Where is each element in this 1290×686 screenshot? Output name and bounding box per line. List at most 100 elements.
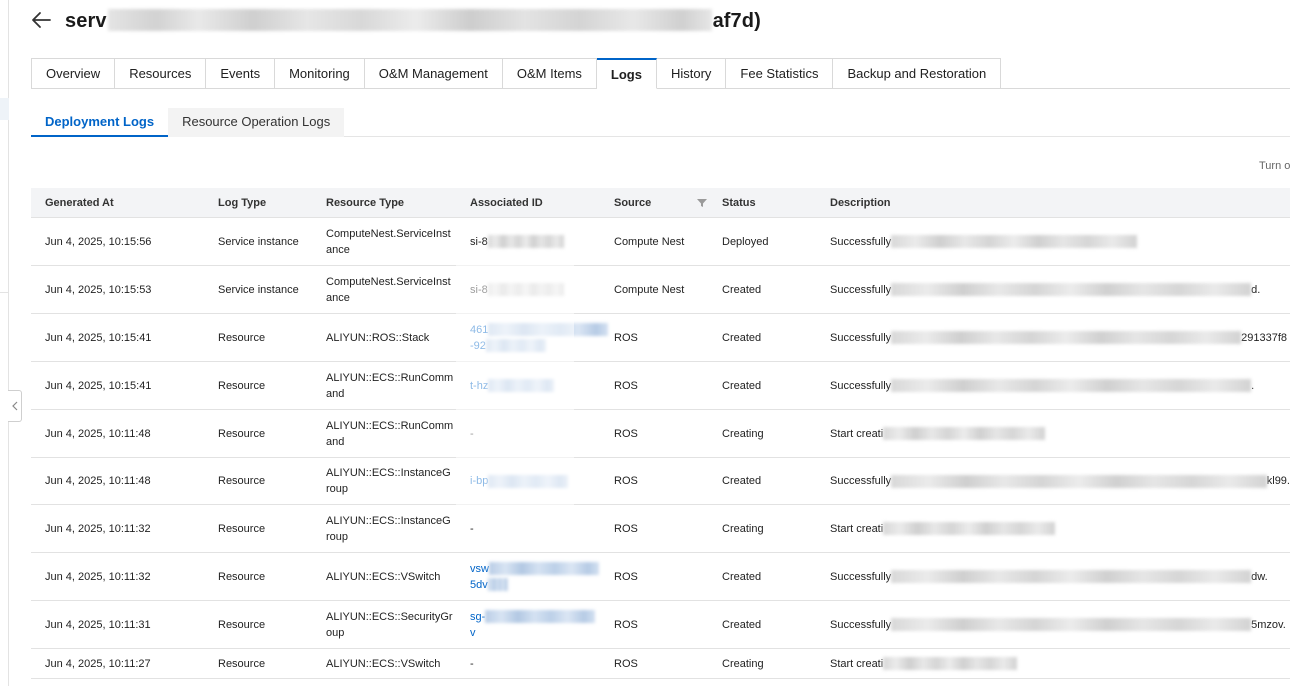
associated-id-text-line2[interactable]: 5dv <box>470 577 599 593</box>
turn-on-toggle-label[interactable]: Turn o <box>1259 160 1290 172</box>
generated-at: Jun 4, 2025, 10:11:32 <box>45 570 151 583</box>
tab-resources[interactable]: Resources <box>115 58 207 89</box>
generated-at: Jun 4, 2025, 10:11:31 <box>45 618 151 631</box>
description-text: Start creati <box>830 427 884 440</box>
status: Creating <box>722 657 764 670</box>
associated-id-line2: 5dv <box>470 578 488 591</box>
associated-id-text: si-8 <box>470 282 564 298</box>
tab-fee-statistics[interactable]: Fee Statistics <box>726 58 834 89</box>
sidebar-collapse-button[interactable] <box>8 390 22 422</box>
description-end: kl99. <box>1266 475 1290 487</box>
generated-at: Jun 4, 2025, 10:15:53 <box>45 283 152 296</box>
associated-id-prefix: - <box>470 657 474 670</box>
associated-id-text[interactable]: 461 <box>470 322 609 338</box>
associated-id-prefix: sg- <box>470 610 486 623</box>
generated-at: Jun 4, 2025, 10:15:41 <box>45 331 152 344</box>
table-row: Jun 4, 2025, 10:11:27 Resource ALIYUN::ECS… <box>31 649 1290 679</box>
associated-id-text[interactable]: sg- <box>470 609 596 625</box>
associated-id-text: - <box>470 656 474 672</box>
associated-id-line2: v <box>470 626 476 639</box>
associated-id-text[interactable]: t-hz <box>470 378 555 394</box>
redacted-description <box>891 235 1138 248</box>
description-end: dw. <box>1251 570 1268 583</box>
tab-overview[interactable]: Overview <box>31 58 116 89</box>
filter-icon[interactable] <box>697 198 707 208</box>
description-end: 5mzov. <box>1251 618 1286 631</box>
associated-id-line2: -92 <box>470 339 486 352</box>
tab-monitoring[interactable]: Monitoring <box>275 58 365 89</box>
table-row: Jun 4, 2025, 10:15:41 Resource ALIYUN::ECS… <box>31 362 1290 410</box>
tab-oandm-management[interactable]: O&M Management <box>364 58 503 89</box>
resource-type: ALIYUN::ROS::Stack <box>326 331 430 344</box>
log-subtabs: Deployment Logs Resource Operation Logs <box>31 108 345 137</box>
left-rail-divider <box>0 292 9 293</box>
associated-id-text[interactable]: i-bp <box>470 473 569 489</box>
log-type: Resource <box>218 331 266 344</box>
subtab-deployment-logs[interactable]: Deployment Logs <box>31 108 169 137</box>
resource-type: ALIYUN::ECS::InstanceGroup <box>326 467 451 495</box>
source: ROS <box>614 618 638 631</box>
page-title-prefix: serv <box>65 10 107 32</box>
description: Start creati <box>830 505 1290 552</box>
description: Successfully 5mzov. <box>830 601 1290 648</box>
log-type: Service instance <box>218 235 299 248</box>
description: Successfully. <box>830 362 1290 409</box>
description: Successfully dw. <box>830 553 1290 600</box>
tab-backup-and-restoration[interactable]: Backup and Restoration <box>833 58 1002 89</box>
associated-id-text[interactable]: vsw <box>470 561 599 577</box>
redacted-description <box>891 283 1252 296</box>
resource-type: ComputeNest.ServiceInstance <box>326 275 451 304</box>
redacted-id <box>487 235 564 249</box>
left-rail-highlight <box>0 98 9 120</box>
status: Deployed <box>722 235 769 248</box>
log-type: Resource <box>218 618 266 631</box>
subtab-resource-operation-logs[interactable]: Resource Operation Logs <box>168 108 345 137</box>
generated-at: Jun 4, 2025, 10:11:32 <box>45 522 151 535</box>
status: Created <box>722 331 762 344</box>
log-type: Resource <box>218 427 266 440</box>
redacted-id <box>488 562 599 576</box>
status: Created <box>722 618 762 631</box>
description-end: . <box>1251 379 1255 392</box>
tab-history[interactable]: History <box>656 58 727 89</box>
associated-id-text-line2[interactable]: v <box>470 625 595 641</box>
resource-type: ALIYUN::ECS::InstanceGroup <box>326 514 451 543</box>
redacted-description <box>891 379 1252 392</box>
log-type: Service instance <box>218 283 299 296</box>
associated-id: - <box>470 505 604 552</box>
generated-at: Jun 4, 2025, 10:11:48 <box>45 475 151 487</box>
associated-id[interactable]: t-hz <box>470 362 604 409</box>
log-type: Resource <box>218 475 266 487</box>
associated-id-prefix: vsw <box>470 562 489 575</box>
associated-id[interactable]: vsw 5dv <box>470 553 604 600</box>
redacted-description <box>883 427 1046 440</box>
tab-oandm-items[interactable]: O&M Items <box>502 58 597 89</box>
associated-id-prefix: si-8 <box>470 283 488 296</box>
column-header-status: Status <box>722 196 756 209</box>
resource-type: ALIYUN::ECS::VSwitch <box>326 570 441 583</box>
status: Created <box>722 283 762 296</box>
arrow-left-icon[interactable] <box>30 10 52 30</box>
column-header-description: Description <box>830 196 891 209</box>
associated-id[interactable]: i-bp <box>470 458 604 504</box>
description: Start creati <box>830 649 1290 678</box>
generated-at: Jun 4, 2025, 10:15:41 <box>45 379 152 392</box>
table-row: Jun 4, 2025, 10:11:31 Resource ALIYUN::ECS… <box>31 601 1290 649</box>
description-text: Start creati <box>830 657 884 670</box>
deployment-logs-table: Generated At Log Type Resource Type Associa… <box>31 188 1290 679</box>
table-row: Jun 4, 2025, 10:15:56 Service instance Com… <box>31 218 1290 266</box>
tab-logs[interactable]: Logs <box>596 58 657 89</box>
resource-type: ALIYUN::ECS::VSwitch <box>326 657 441 670</box>
tab-events[interactable]: Events <box>206 58 276 89</box>
table-row: Jun 4, 2025, 10:11:32 Resource ALIYUN::ECS… <box>31 553 1290 601</box>
redacted-id <box>488 323 609 337</box>
associated-id-prefix: t-hz <box>470 379 489 392</box>
status: Created <box>722 379 762 392</box>
associated-id-text-line2[interactable]: -92 <box>470 338 608 354</box>
associated-id-text: si-8 <box>470 234 564 250</box>
associated-id: si-8 <box>470 218 604 265</box>
description: Successfully 291337f8 <box>830 314 1290 361</box>
associated-id[interactable]: 461 -92 <box>470 314 609 361</box>
associated-id[interactable]: sg-v <box>470 601 604 648</box>
associated-id-prefix: - <box>470 522 474 535</box>
